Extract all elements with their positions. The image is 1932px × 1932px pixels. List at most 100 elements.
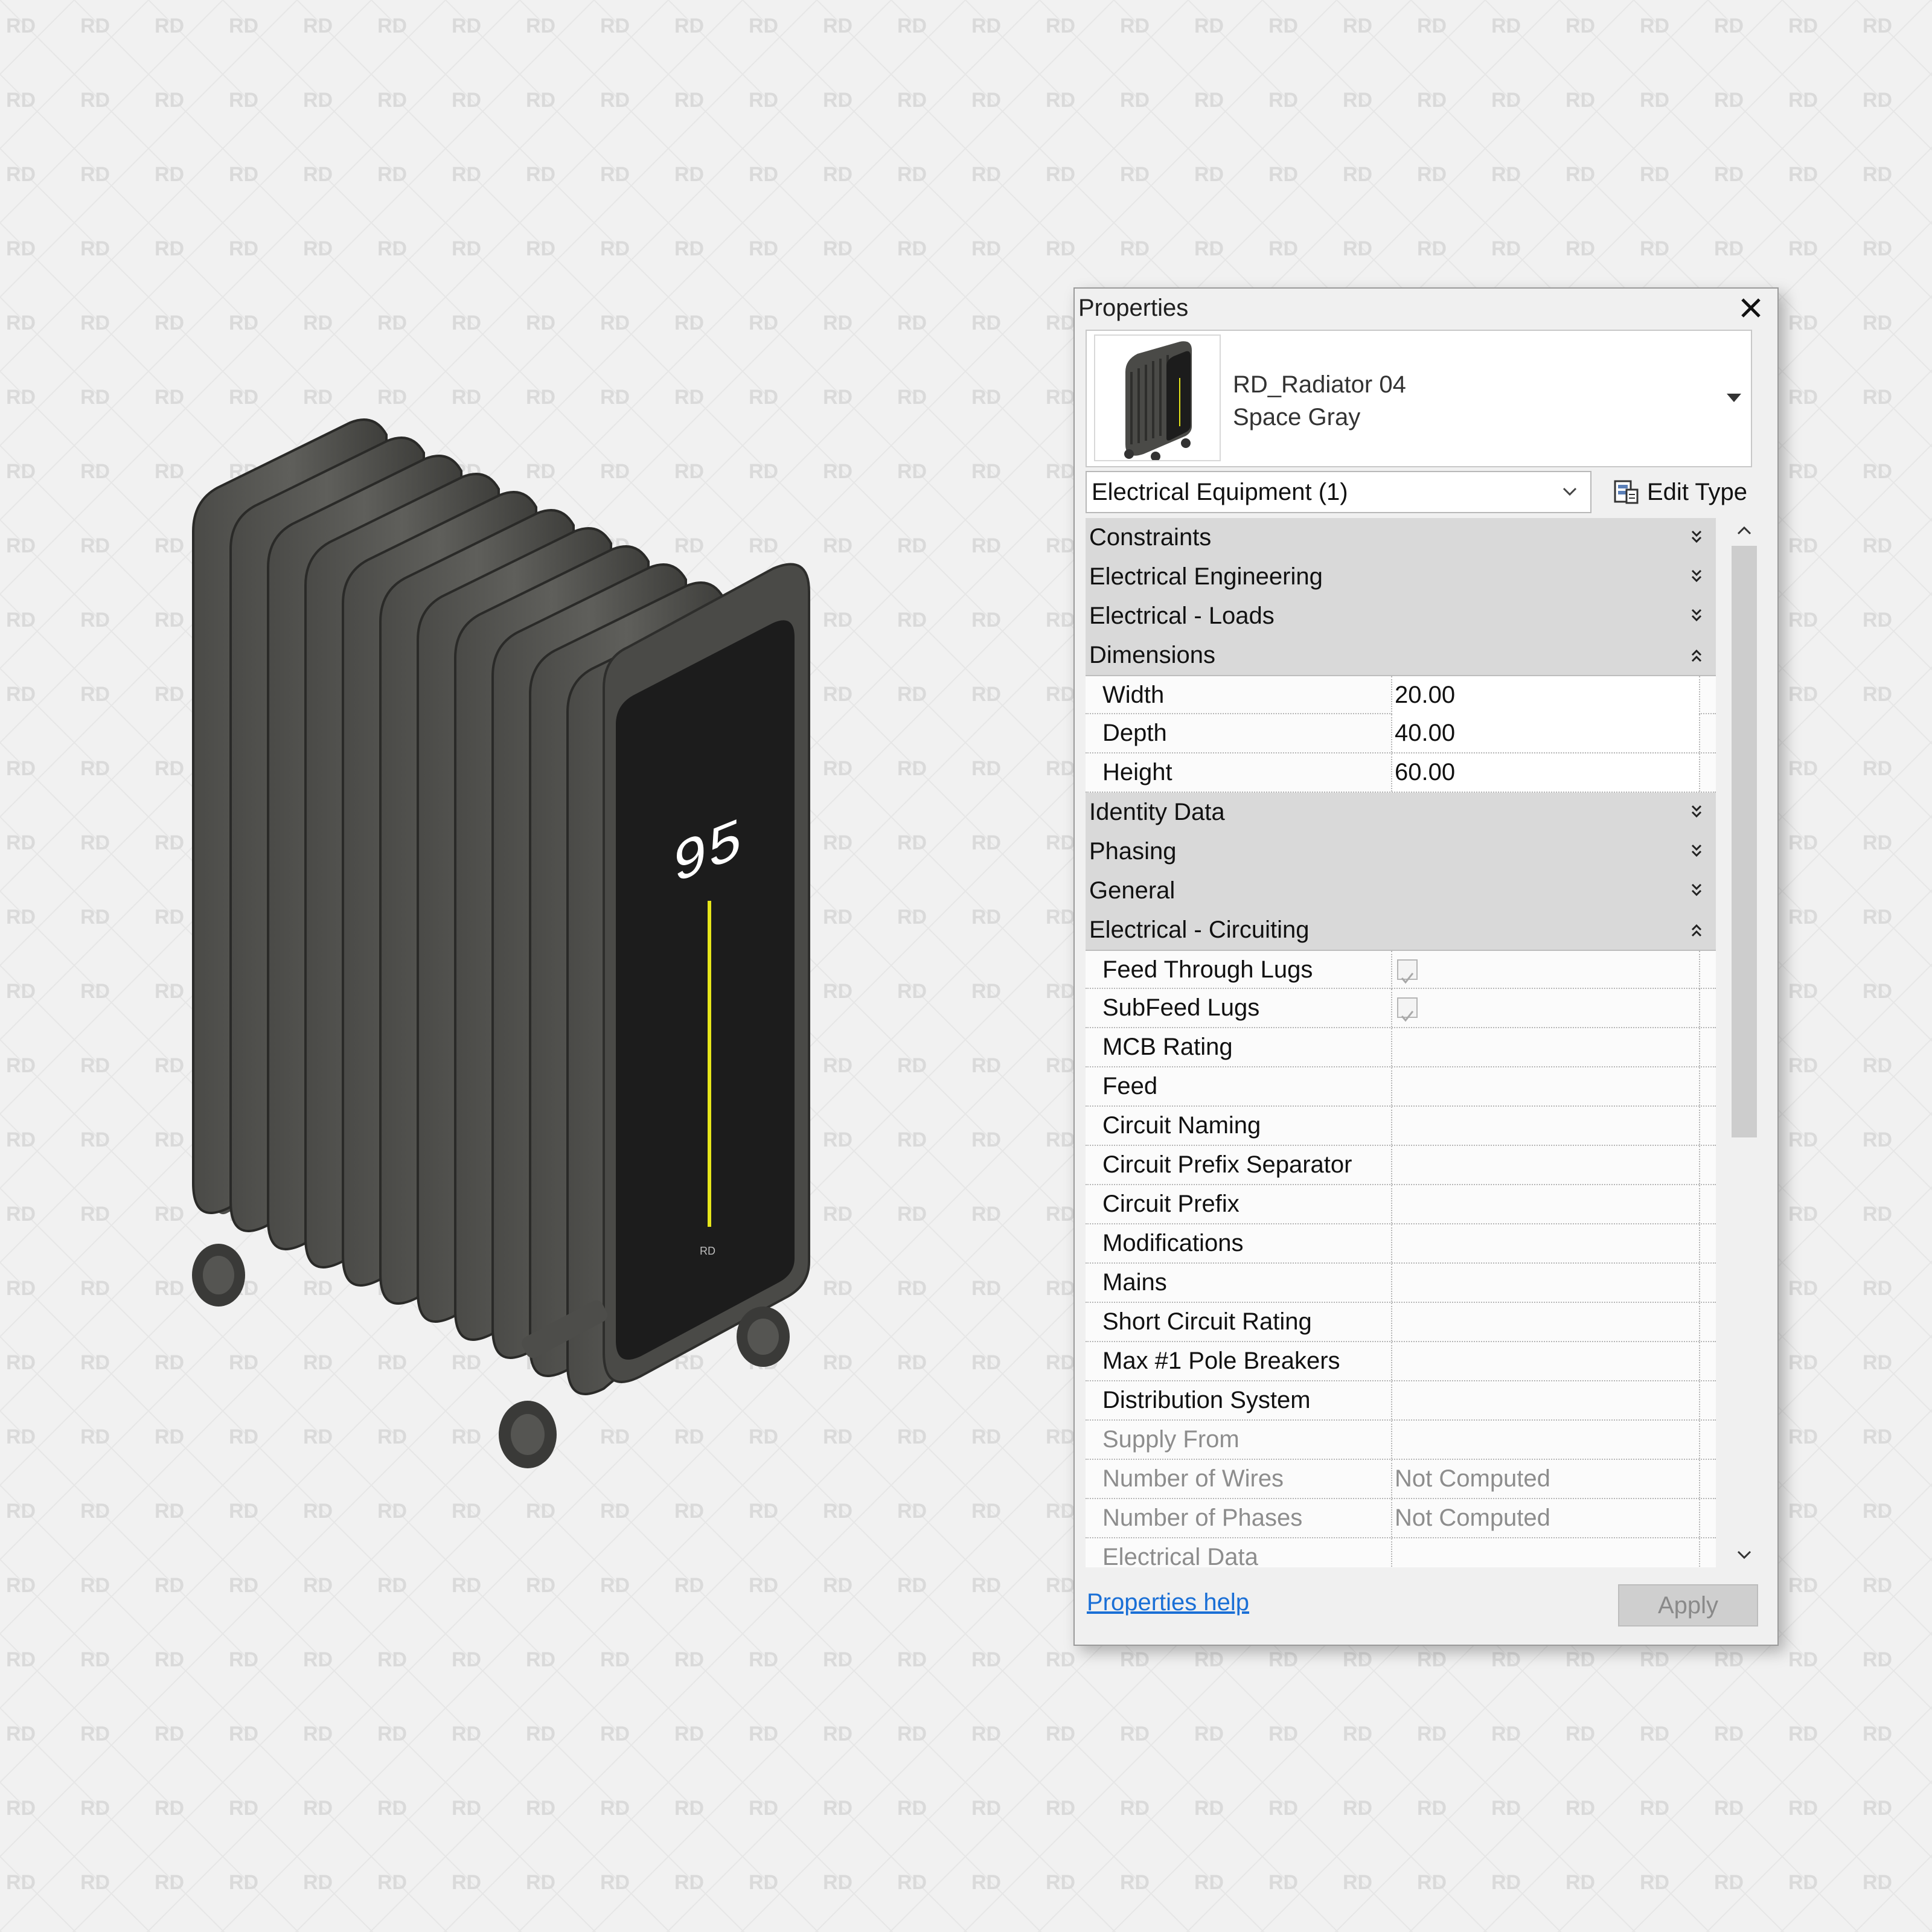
watermark-text: RD [155, 1128, 184, 1151]
watermark-text: RD [1640, 1797, 1669, 1820]
property-value[interactable] [1391, 1067, 1700, 1105]
property-value[interactable]: 60.00 [1391, 753, 1700, 792]
watermark-text: RD [6, 757, 36, 780]
group-electrical-engineering[interactable]: Electrical Engineering [1086, 557, 1716, 597]
group-general[interactable]: General [1086, 871, 1716, 910]
circuiting-row[interactable]: Circuit Naming [1086, 1107, 1716, 1146]
watermark-text: RD [674, 1797, 704, 1820]
dimension-row[interactable]: Width 20.00 [1086, 675, 1716, 714]
type-selector[interactable]: RD_Radiator 04 Space Gray [1086, 330, 1752, 467]
watermark-text: RD [155, 386, 184, 409]
instance-category-select[interactable]: Electrical Equipment (1) [1086, 471, 1591, 513]
scroll-thumb[interactable] [1732, 546, 1757, 1137]
scroll-down-button[interactable] [1732, 1543, 1757, 1567]
watermark-text: RD [526, 163, 555, 186]
group-constraints[interactable]: Constraints [1086, 518, 1716, 557]
property-value[interactable] [1391, 1185, 1700, 1223]
scroll-up-button[interactable] [1732, 518, 1757, 542]
watermark-text: RD [1788, 534, 1818, 557]
circuiting-row[interactable]: Short Circuit Rating [1086, 1303, 1716, 1342]
watermark-text: RD [80, 1203, 110, 1226]
watermark-text: RD [897, 312, 927, 334]
watermark-text: RD [6, 460, 36, 483]
dimension-row[interactable]: Depth 40.00 [1086, 714, 1716, 753]
watermark-text: RD [1120, 237, 1150, 260]
watermark-text: RD [155, 1648, 184, 1671]
row-end-cell [1699, 1146, 1716, 1184]
circuiting-row[interactable]: Modifications [1086, 1224, 1716, 1264]
property-value[interactable] [1391, 1028, 1700, 1066]
watermark-text: RD [1863, 1128, 1892, 1151]
circuiting-row[interactable]: Circuit Prefix [1086, 1185, 1716, 1224]
watermark-text: RD [80, 757, 110, 780]
property-value[interactable] [1391, 1342, 1700, 1380]
watermark-text: RD [897, 1871, 927, 1894]
property-name: Short Circuit Rating [1102, 1308, 1312, 1335]
circuiting-row[interactable]: Distribution System [1086, 1381, 1716, 1421]
grid-scrollbar[interactable] [1727, 518, 1762, 1567]
watermark-text: RD [1863, 1722, 1892, 1745]
property-value[interactable] [1391, 989, 1700, 1027]
watermark-text: RD [1863, 1500, 1892, 1523]
group-electrical-loads[interactable]: Electrical - Loads [1086, 597, 1716, 636]
circuiting-row[interactable]: Max #1 Pole Breakers [1086, 1342, 1716, 1381]
circuiting-row[interactable]: SubFeed Lugs [1086, 989, 1716, 1028]
watermark-text: RD [229, 1797, 258, 1820]
properties-help-link[interactable]: Properties help [1087, 1589, 1249, 1616]
watermark-text: RD [80, 386, 110, 409]
property-name: Depth [1102, 720, 1167, 746]
watermark-text: RD [1788, 386, 1818, 409]
row-end-cell [1699, 1421, 1716, 1459]
watermark-text: RD [1788, 312, 1818, 334]
circuiting-row[interactable]: Mains [1086, 1264, 1716, 1303]
checkbox[interactable] [1397, 959, 1418, 984]
watermark-text: RD [303, 1797, 333, 1820]
checkbox[interactable] [1397, 997, 1418, 1022]
row-end-cell [1699, 714, 1716, 752]
watermark-text: RD [674, 14, 704, 37]
watermark-text: RD [6, 14, 36, 37]
watermark-text: RD [897, 757, 927, 780]
property-value[interactable] [1391, 1107, 1700, 1145]
group-phasing[interactable]: Phasing [1086, 832, 1716, 871]
property-value[interactable] [1391, 1146, 1700, 1184]
property-value[interactable]: 20.00 [1391, 676, 1700, 714]
circuiting-row[interactable]: Circuit Prefix Separator [1086, 1146, 1716, 1185]
watermark-text: RD [971, 1797, 1001, 1820]
watermark-text: RD [155, 609, 184, 632]
property-value[interactable]: 40.00 [1391, 714, 1700, 752]
watermark-text: RD [1268, 237, 1298, 260]
close-button[interactable] [1733, 290, 1769, 326]
watermark-text: RD [897, 1648, 927, 1671]
group-electrical-circuiting[interactable]: Electrical - Circuiting [1086, 910, 1716, 950]
watermark-text: RD [971, 386, 1001, 409]
group-identity-data[interactable]: Identity Data [1086, 793, 1716, 832]
watermark-text: RD [897, 683, 927, 706]
circuiting-row[interactable]: Feed [1086, 1067, 1716, 1107]
watermark-text: RD [80, 14, 110, 37]
circuiting-row[interactable]: MCB Rating [1086, 1028, 1716, 1067]
watermark-text: RD [1640, 1648, 1669, 1671]
watermark-text: RD [823, 237, 852, 260]
edit-type-button[interactable]: Edit Type [1613, 472, 1747, 512]
property-name: Max #1 Pole Breakers [1102, 1348, 1340, 1374]
group-dimensions[interactable]: Dimensions [1086, 636, 1716, 675]
watermark-text: RD [897, 1128, 927, 1151]
property-value[interactable] [1391, 1381, 1700, 1419]
watermark-text: RD [377, 1722, 407, 1745]
dimension-row[interactable]: Height 60.00 [1086, 753, 1716, 793]
property-value[interactable] [1391, 1264, 1700, 1302]
row-end-cell [1699, 676, 1716, 714]
palette-title: Properties [1078, 295, 1189, 321]
watermark-text: RD [971, 534, 1001, 557]
watermark-text: RD [452, 14, 481, 37]
property-value[interactable] [1391, 951, 1700, 989]
circuiting-row[interactable]: Feed Through Lugs [1086, 950, 1716, 989]
watermark-text: RD [1194, 14, 1224, 37]
apply-button[interactable]: Apply [1618, 1584, 1758, 1627]
property-value[interactable] [1391, 1224, 1700, 1262]
watermark-text: RD [452, 163, 481, 186]
watermark-text: RD [303, 163, 333, 186]
type-dropdown-arrow-icon[interactable] [1727, 394, 1741, 402]
property-value[interactable] [1391, 1303, 1700, 1341]
